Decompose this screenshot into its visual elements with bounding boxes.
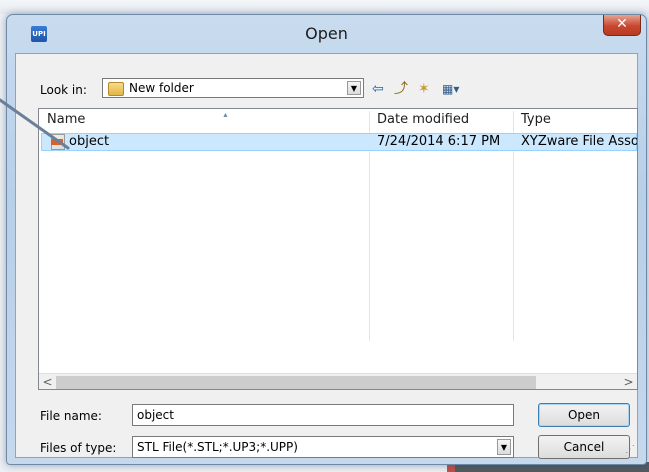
- new-folder-icon[interactable]: ✶: [418, 80, 430, 98]
- file-type-select[interactable]: STL File(*.STL;*.UP3;*.UPP) ▼: [132, 436, 514, 458]
- column-header-name[interactable]: Name: [47, 109, 85, 131]
- sort-ascending-icon: ▲: [222, 112, 229, 119]
- scroll-left-arrow[interactable]: <: [39, 374, 56, 389]
- folder-icon: [108, 82, 124, 96]
- open-button[interactable]: Open: [538, 403, 630, 427]
- type-cell: XYZware File Asso...: [521, 134, 638, 149]
- look-in-label: Look in:: [40, 83, 87, 97]
- title-bar[interactable]: UPI Open ✕: [7, 15, 646, 49]
- up-folder-icon[interactable]: ⤴: [394, 80, 408, 98]
- horizontal-scrollbar[interactable]: < >: [39, 373, 637, 389]
- file-type-label: Files of type:: [40, 441, 117, 455]
- column-header-type[interactable]: Type: [521, 109, 551, 131]
- file-type-value: STL File(*.STL;*.UP3;*.UPP): [137, 440, 298, 454]
- file-list[interactable]: Name ▲ Date modified Type object 7/24/20…: [38, 108, 638, 390]
- file-name-label: File name:: [40, 409, 102, 423]
- file-name-field[interactable]: object: [132, 404, 514, 426]
- view-menu-icon[interactable]: ▦▾: [442, 80, 459, 98]
- file-name-cell[interactable]: object: [69, 134, 109, 150]
- scrollbar-thumb[interactable]: [56, 376, 536, 389]
- column-header-date-modified[interactable]: Date modified: [377, 109, 469, 131]
- look-in-select[interactable]: New folder ▼: [102, 78, 364, 98]
- dialog-title: Open: [305, 24, 348, 43]
- chevron-down-icon[interactable]: ▼: [347, 81, 361, 95]
- back-icon[interactable]: ⇦: [372, 80, 384, 98]
- dialog-body: Look in: New folder ▼ ⇦ ⤴ ✶ ▦▾ Name ▲ Da…: [15, 53, 638, 459]
- cancel-button[interactable]: Cancel: [538, 435, 630, 459]
- look-in-value: New folder: [129, 81, 194, 95]
- scroll-right-arrow[interactable]: >: [620, 374, 637, 389]
- date-modified-cell: 7/24/2014 6:17 PM: [377, 134, 501, 149]
- desktop-backdrop: [0, 0, 649, 14]
- close-button[interactable]: ✕: [603, 15, 641, 36]
- stl-file-icon: [51, 134, 65, 150]
- chevron-down-icon[interactable]: ▼: [497, 439, 511, 455]
- open-dialog: UPI Open ✕ Look in: New folder ▼ ⇦ ⤴ ✶ ▦…: [6, 14, 647, 465]
- resize-grip-icon[interactable]: ⋰: [625, 444, 635, 455]
